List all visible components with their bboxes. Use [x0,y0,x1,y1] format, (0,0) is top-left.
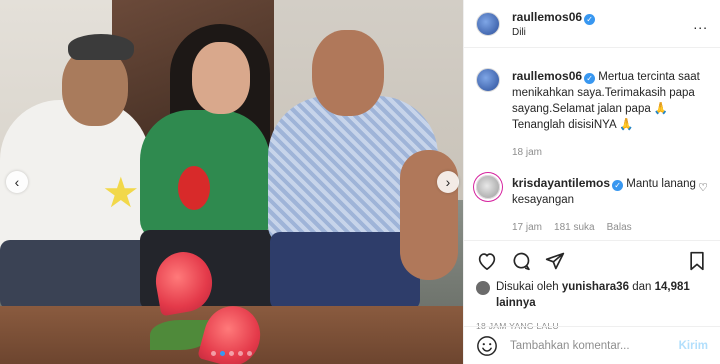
carousel-dot [211,351,216,356]
caption-username[interactable]: raullemos06 [512,69,582,83]
avatar[interactable] [476,68,500,92]
reply-button[interactable]: Balas [607,220,632,236]
heart-icon[interactable] [476,250,498,272]
carousel-next-button[interactable]: › [437,171,459,193]
caption-meta: 18 jam [512,145,708,161]
liked-by-text: Disukai oleh yunishara36 dan 14,981 lain… [496,279,708,311]
avatar[interactable] [476,175,500,199]
carousel-dot [229,351,234,356]
share-icon[interactable] [544,250,566,272]
caption-body: raullemos06 ✓ Mertua tercinta saat menika… [512,68,708,161]
photo-person-middle-head [192,42,250,114]
liked-by-connector: dan [632,281,652,293]
liked-by-user[interactable]: yunishara36 [562,281,629,293]
post-side-panel: raullemos06 ✓ Dili ... raullemos06 ✓ Mertu… [463,0,720,364]
post-location[interactable]: Dili [512,27,693,38]
photo-person-left-legs [0,240,150,310]
carousel-dot [247,351,252,356]
avatar[interactable] [476,281,490,295]
post-header: raullemos06 ✓ Dili ... [464,0,720,48]
photo-person-right-head [312,30,384,116]
caption-time[interactable]: 18 jam [512,145,542,161]
post-photo[interactable]: ★ ‹ › [0,0,463,364]
liked-by: Disukai oleh yunishara36 dan 14,981 lain… [476,279,708,311]
comment-input[interactable] [510,339,679,352]
comment-username[interactable]: krisdayantilemos [512,176,610,190]
star-icon: ★ [102,169,140,216]
ladybug-icon [178,166,210,210]
header-username[interactable]: raullemos06 [512,10,582,24]
add-comment-bar: Kirim [464,326,720,364]
comment-like-heart-icon[interactable]: ♡ [698,181,708,194]
comment-icon[interactable] [510,250,532,272]
carousel-dot-active [220,351,225,356]
header-text: raullemos06 ✓ Dili [512,10,693,38]
carousel-dots [0,351,463,356]
comment-time[interactable]: 17 jam [512,220,542,236]
instagram-post: ★ ‹ › raullemos06 ✓ Dili ... raullemos06… [0,0,720,364]
avatar[interactable] [476,11,500,36]
bookmark-icon[interactable] [686,250,708,272]
carousel-dot [238,351,243,356]
caption: raullemos06 ✓ Mertua tercinta saat menika… [476,68,708,161]
list-item: krisdayantilemos ✓ Mantu lanang kesayanga… [476,175,708,236]
emoji-icon[interactable] [476,335,498,357]
carousel-prev-button[interactable]: ‹ [6,171,28,193]
verified-icon: ✓ [584,73,596,84]
comment-likes[interactable]: 181 suka [554,220,595,236]
liked-by-prefix: Disukai oleh [496,281,559,293]
photo-person-right-legs [270,232,420,310]
post-comment-button[interactable]: Kirim [679,340,708,352]
more-options-icon[interactable]: ... [693,16,708,32]
photo-person-right-arm [400,150,458,280]
verified-icon: ✓ [612,180,624,191]
photo-person-left-hat [68,34,134,60]
verified-icon: ✓ [584,13,596,25]
action-bar: Disukai oleh yunishara36 dan 14,981 lain… [464,240,720,331]
comment-meta: 17 jam 181 suka Balas [512,220,698,236]
comment-body: krisdayantilemos ✓ Mantu lanang kesayanga… [512,175,698,236]
action-icons [476,247,708,275]
